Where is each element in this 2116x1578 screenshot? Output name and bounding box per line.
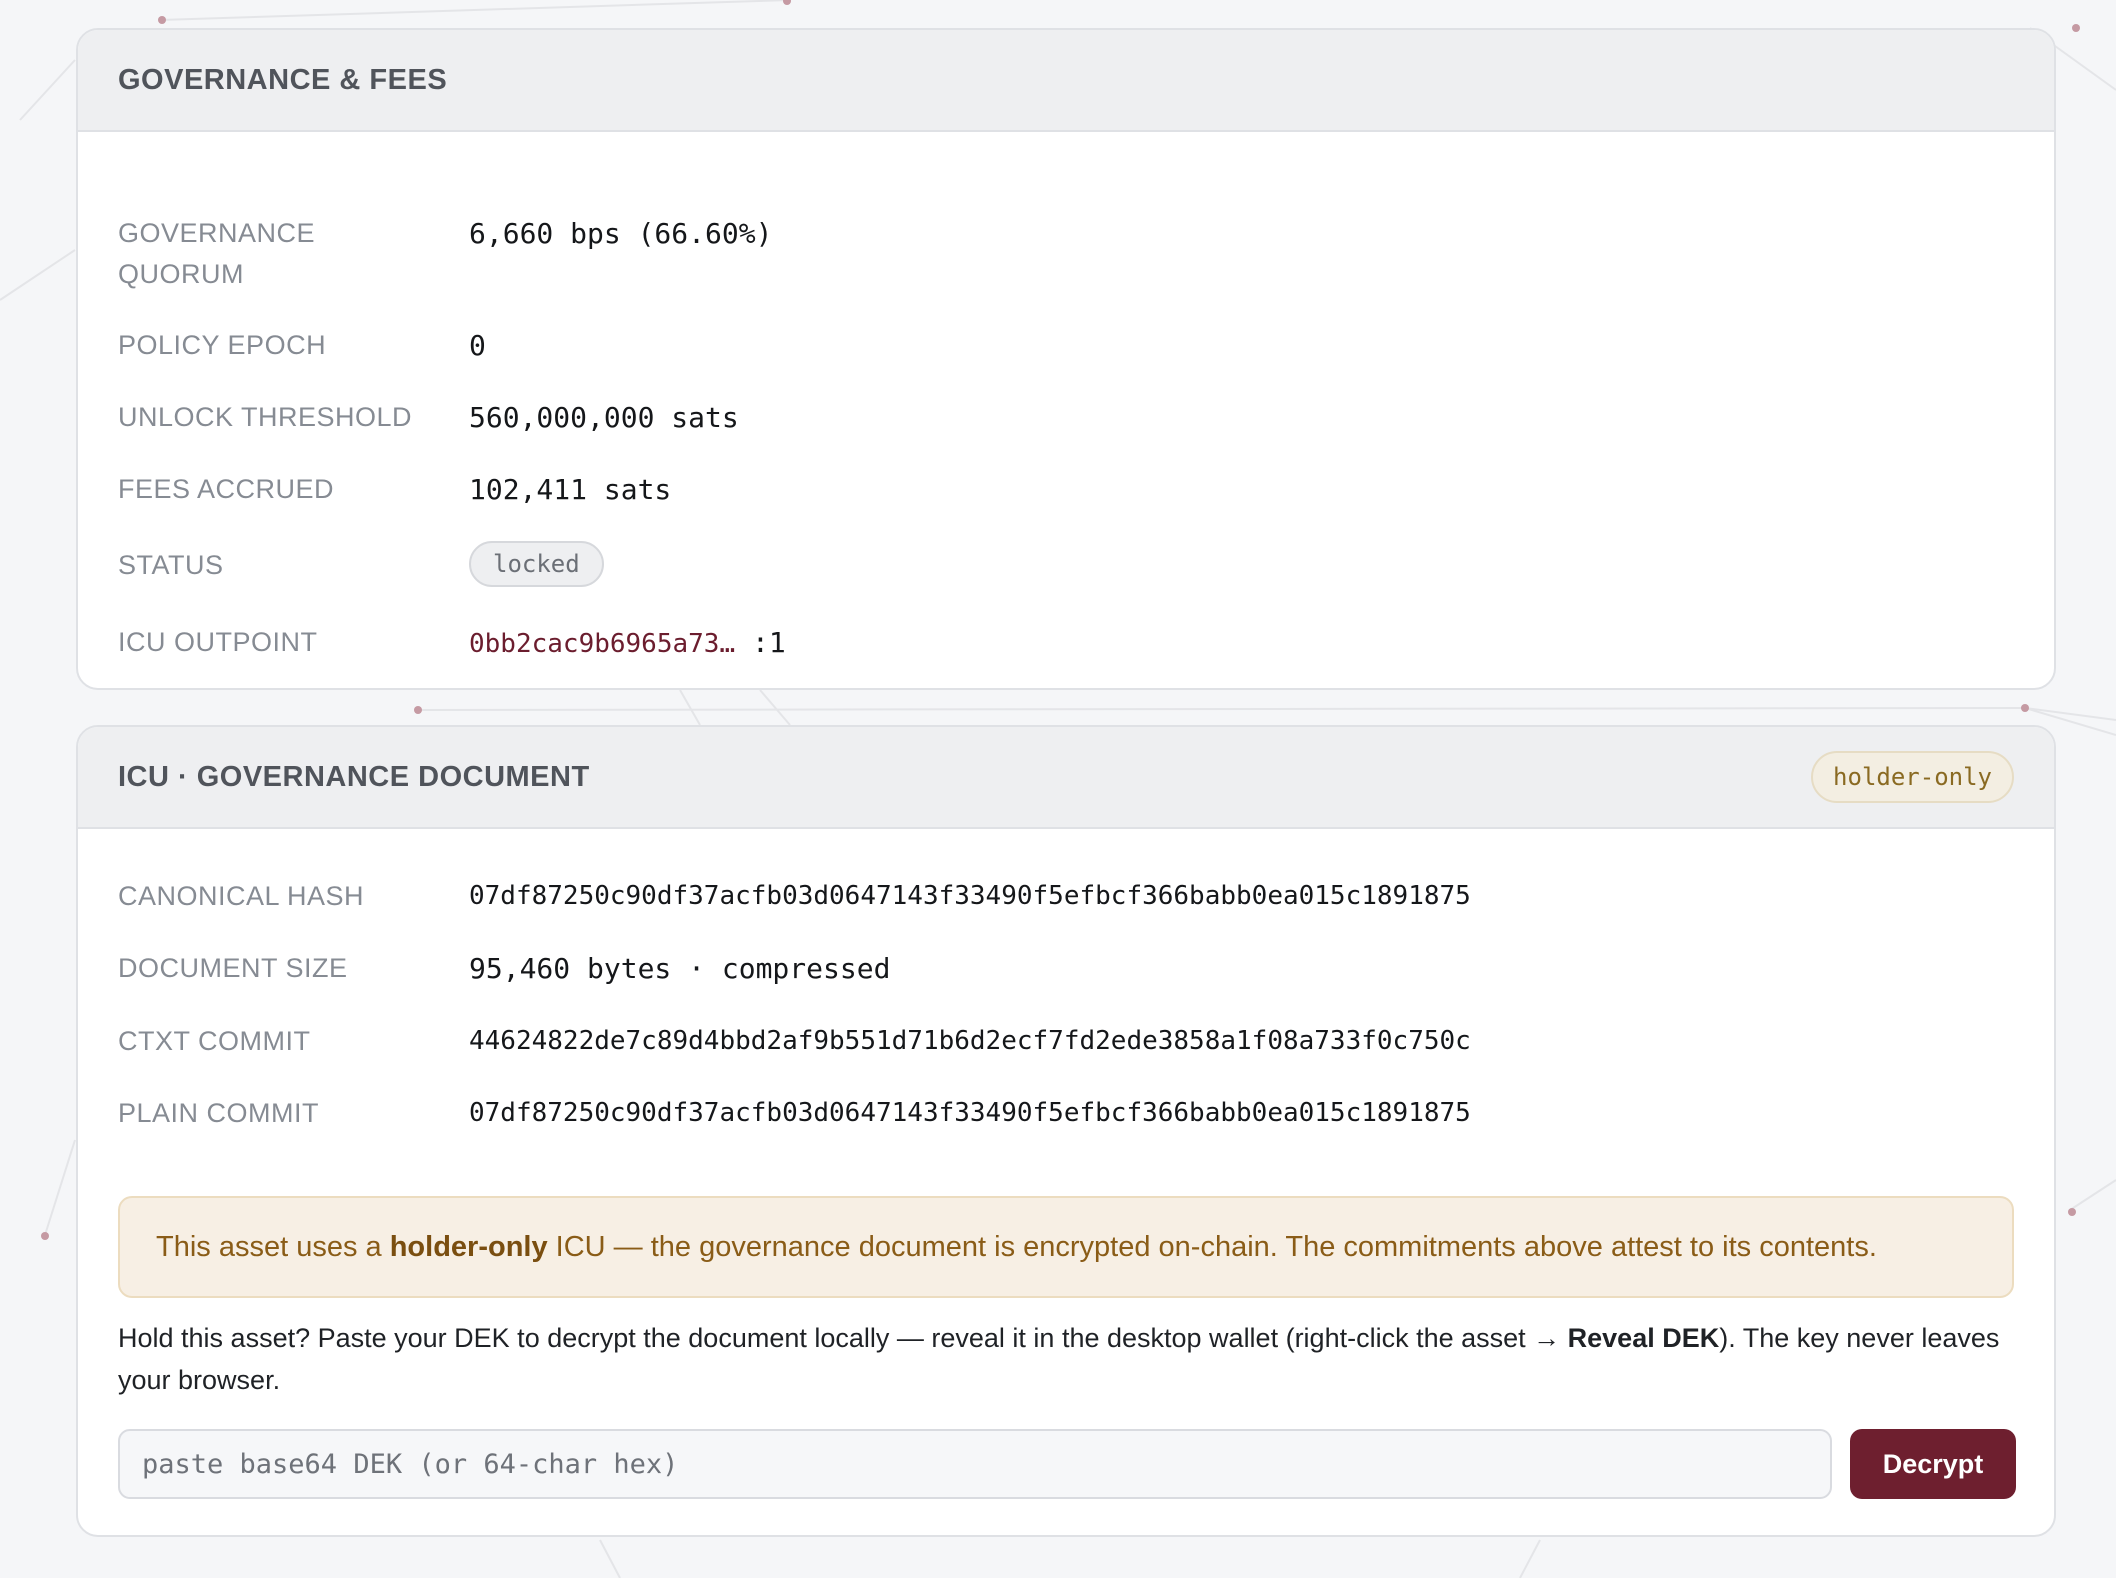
field-value: 102,411 sats	[469, 473, 672, 506]
field-label: Unlock Threshold	[118, 402, 413, 432]
field-label: Plain Commit	[118, 1098, 320, 1128]
field-label: Policy Epoch	[118, 330, 327, 360]
field-label: Fees Accrued	[118, 474, 335, 504]
field-value: 6,660 bps (66.60%)	[469, 217, 773, 250]
notice-bold: holder-only	[389, 1230, 548, 1263]
governance-fees-card: GOVERNANCE & FEES Governance Quorum 6,66…	[76, 28, 2056, 690]
status-badge: locked	[469, 541, 604, 587]
field-label: Governance Quorum	[118, 218, 316, 289]
card-title: GOVERNANCE & FEES	[118, 63, 448, 96]
holder-only-badge: holder-only	[1811, 751, 2014, 803]
card-title: ICU · GOVERNANCE DOCUMENT	[118, 760, 590, 793]
field-value: 44624822de7c89d4bbd2af9b551d71b6d2ecf7fd…	[469, 1026, 1471, 1056]
helper-bold: Reveal DEK	[1567, 1323, 1720, 1353]
governance-document-card: ICU · GOVERNANCE DOCUMENT holder-only Ca…	[76, 725, 2056, 1537]
field-value: 07df87250c90df37acfb03d0647143f33490f5ef…	[469, 1098, 1471, 1128]
encryption-notice: This asset uses a holder-only ICU — the …	[118, 1196, 2014, 1298]
outpoint-vout: :1	[751, 626, 786, 659]
governance-document-header: ICU · GOVERNANCE DOCUMENT holder-only	[78, 727, 2054, 829]
field-label: ICU Outpoint	[118, 627, 318, 657]
notice-suffix: ICU — the governance document is encrypt…	[547, 1230, 1877, 1263]
field-value: 07df87250c90df37acfb03d0647143f33490f5ef…	[469, 881, 1471, 911]
notice-text: This asset uses a holder-only ICU — the …	[156, 1231, 1877, 1264]
decrypt-button[interactable]: Decrypt	[1850, 1429, 2016, 1499]
governance-fees-header: GOVERNANCE & FEES	[78, 30, 2054, 132]
status-value-wrap: locked	[469, 541, 604, 587]
field-label: CTXT Commit	[118, 1026, 311, 1056]
field-value: 0	[469, 329, 486, 362]
outpoint-value: 0bb2cac9b6965a73… :1	[469, 622, 786, 665]
dek-helper-text: Hold this asset? Paste your DEK to decry…	[118, 1317, 2014, 1401]
notice-prefix: This asset uses a	[156, 1230, 390, 1263]
field-label: Canonical Hash	[118, 881, 365, 911]
field-label: Status	[118, 550, 224, 580]
field-value: 95,460 bytes · compressed	[469, 952, 891, 985]
outpoint-txid-link[interactable]: 0bb2cac9b6965a73…	[469, 629, 735, 659]
helper-text: Hold this asset? Paste your DEK to decry…	[118, 1323, 1568, 1353]
field-value: 560,000,000 sats	[469, 401, 739, 434]
dek-input[interactable]	[118, 1429, 1832, 1499]
field-label: Document Size	[118, 953, 348, 983]
